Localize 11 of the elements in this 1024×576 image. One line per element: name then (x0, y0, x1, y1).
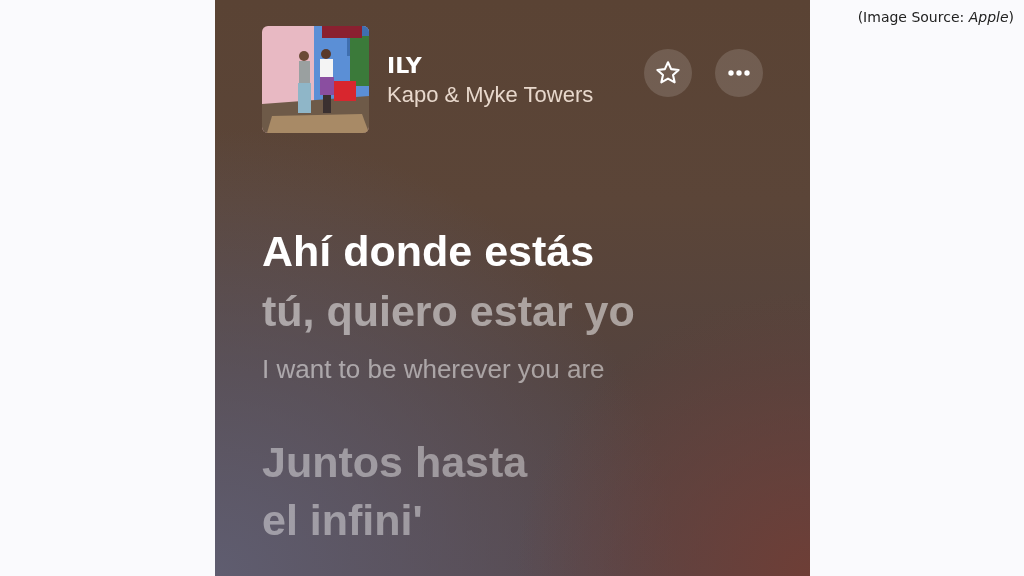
current-lyric-line: Ahí donde estás (262, 226, 595, 277)
artist-name: Kapo & Myke Towers (387, 80, 595, 109)
translation-line: I want to be wherever you are (262, 353, 605, 386)
image-source-caption: (Image Source: Apple) (857, 9, 1014, 25)
lyric-line: Juntos hasta (262, 437, 528, 488)
more-button[interactable] (715, 48, 763, 97)
lyric-line: el infini' (262, 495, 423, 546)
song-title: ILY (387, 51, 423, 80)
more-icon (726, 68, 752, 77)
lyric-line: tú, quiero estar yo (262, 286, 635, 337)
favorite-button[interactable] (644, 48, 692, 97)
